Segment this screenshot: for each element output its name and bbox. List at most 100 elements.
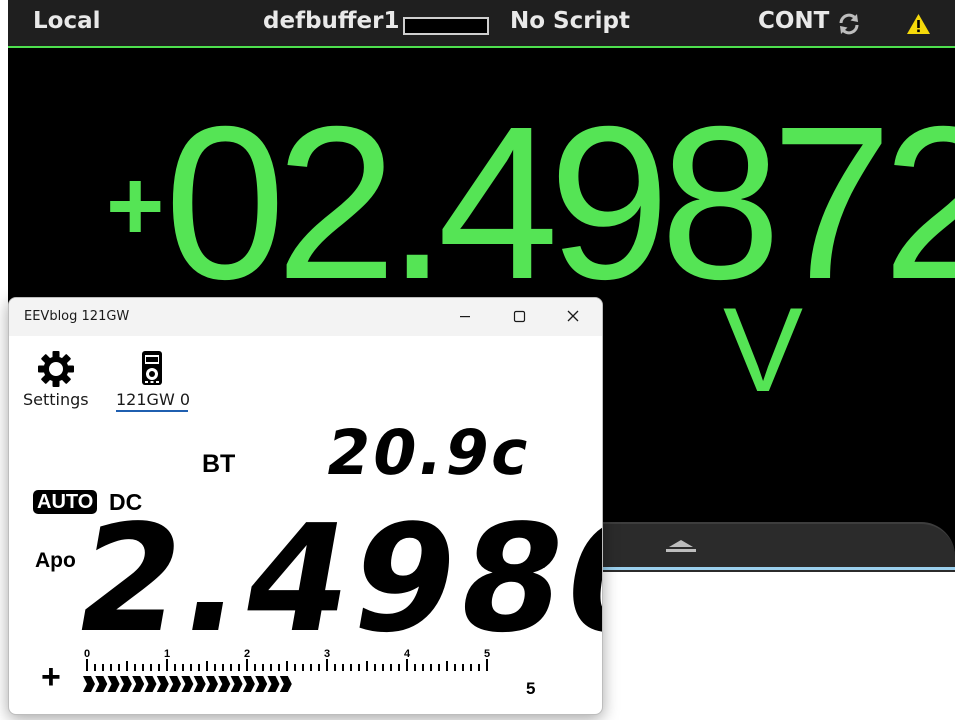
buffer-fill-gauge <box>403 17 489 35</box>
bargraph-tick <box>214 664 216 671</box>
bargraph-tick <box>462 664 464 671</box>
reading-sign: + <box>106 150 165 262</box>
bargraph-segment <box>230 676 243 692</box>
eevblog-window: EEVblog 121GW Settings 121GW 0 BT 20.9c … <box>8 297 603 715</box>
bargraph-scale-label: 4 <box>404 648 411 660</box>
multimeter-icon <box>142 351 162 385</box>
reading-unit: V <box>723 283 804 417</box>
bargraph-tick <box>166 659 168 671</box>
lcd-range-mode-badge: AUTO <box>33 490 98 514</box>
bargraph-tick <box>230 664 232 671</box>
bargraph-tick <box>478 664 480 671</box>
bargraph-tick <box>438 664 440 671</box>
bargraph-segment <box>107 676 120 692</box>
bargraph-tick <box>174 664 176 671</box>
drawer-handle-icon[interactable] <box>662 538 700 558</box>
lcd-polarity: + <box>41 658 61 696</box>
bargraph-tick <box>302 664 304 671</box>
bargraph-tick <box>102 664 104 671</box>
bargraph-segment <box>83 676 95 692</box>
bargraph-tick <box>94 664 96 671</box>
bargraph-segment <box>132 676 145 692</box>
bargraph-tick <box>366 661 368 671</box>
lcd-sub-value: 20.9c <box>320 416 539 489</box>
bargraph-tick <box>262 664 264 671</box>
local-mode-indicator[interactable]: Local <box>33 8 101 34</box>
bargraph-tick <box>270 664 272 671</box>
bargraph-tick <box>446 661 448 671</box>
bargraph-tick <box>198 664 200 671</box>
bargraph-tick <box>158 664 160 671</box>
settings-button[interactable]: Settings <box>21 348 91 412</box>
reading-value: 02.49872 <box>164 82 955 325</box>
bargraph-tick <box>238 664 240 671</box>
lcd-sub-label: BT <box>202 450 236 478</box>
bargraph-segment <box>279 676 292 692</box>
bargraph-tick <box>150 664 152 671</box>
bargraph-tick <box>278 664 280 671</box>
bargraph-segment <box>95 676 108 692</box>
bargraph-tick <box>310 664 312 671</box>
trigger-mode-indicator[interactable]: CONT <box>758 8 829 34</box>
bargraph-tick <box>358 664 360 671</box>
bargraph-tick <box>398 664 400 671</box>
bargraph-segment <box>119 676 132 692</box>
bargraph-tick <box>326 659 328 671</box>
bargraph-tick <box>182 664 184 671</box>
lcd-bargraph: 0 1 2 3 4 5 <box>83 648 490 692</box>
buffer-indicator[interactable]: defbuffer1 <box>263 8 399 34</box>
bargraph-tick <box>206 661 208 671</box>
window-title: EEVblog 121GW <box>24 309 130 324</box>
instrument-status-bar: Local defbuffer1 No Script CONT <box>8 0 955 48</box>
device-selected-underline <box>116 410 188 412</box>
bargraph-tick <box>118 664 120 671</box>
bargraph-tick <box>430 664 432 671</box>
bargraph-tick <box>390 664 392 671</box>
bargraph-tick <box>374 664 376 671</box>
settings-label: Settings <box>23 390 89 409</box>
device-label[interactable]: 121GW 0 <box>116 390 190 409</box>
bargraph-tick <box>294 664 296 671</box>
bargraph-tick <box>406 659 408 671</box>
bargraph-segment <box>267 676 280 692</box>
script-indicator[interactable]: No Script <box>510 8 630 34</box>
bargraph-scale-label: 1 <box>164 648 170 660</box>
bargraph-tick <box>454 664 456 671</box>
bargraph-tick <box>134 664 136 671</box>
bargraph-segment <box>218 676 231 692</box>
bargraph-scale-label: 2 <box>244 648 250 660</box>
lcd-apo-indicator: Apo <box>35 549 76 572</box>
device-link[interactable]: 121GW 0 <box>112 348 192 412</box>
bargraph-tick <box>286 661 288 671</box>
bargraph-tick <box>254 664 256 671</box>
close-icon[interactable] <box>550 298 596 336</box>
bargraph-segment <box>156 676 169 692</box>
bargraph-tick <box>110 664 112 671</box>
warning-icon[interactable] <box>906 13 931 35</box>
bargraph-scale-label: 3 <box>324 648 330 660</box>
bargraph-tick <box>222 664 224 671</box>
minimize-icon[interactable] <box>442 298 488 336</box>
primary-reading: +02.49872 <box>106 95 955 313</box>
bargraph-tick <box>318 664 320 671</box>
bargraph-segment <box>169 676 182 692</box>
refresh-icon[interactable] <box>837 12 861 36</box>
bargraph-segment <box>255 676 268 692</box>
bargraph-tick <box>334 664 336 671</box>
bargraph-tick <box>190 664 192 671</box>
lcd-main-value: 2.4980 <box>63 493 603 665</box>
bargraph-tick <box>382 664 384 671</box>
bargraph-tick <box>86 659 88 671</box>
bargraph-segment <box>206 676 218 692</box>
bargraph-scale-label: 5 <box>484 648 490 660</box>
maximize-icon[interactable] <box>496 298 542 336</box>
window-titlebar[interactable]: EEVblog 121GW <box>9 298 602 336</box>
lcd-bargraph-range: 5 <box>526 679 536 698</box>
bargraph-tick <box>342 664 344 671</box>
gear-icon <box>38 351 74 387</box>
bargraph-tick <box>350 664 352 671</box>
lcd-unit: V <box>535 547 551 573</box>
bargraph-tick <box>142 664 144 671</box>
bargraph-tick <box>486 659 488 671</box>
bargraph-tick <box>246 659 248 671</box>
